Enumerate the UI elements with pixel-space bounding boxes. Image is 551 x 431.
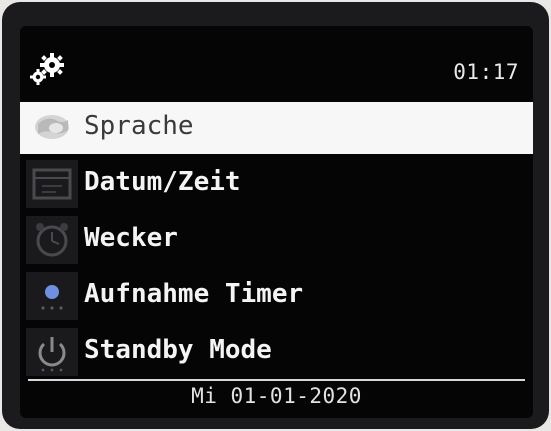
header-bar: 01:17 <box>20 26 533 96</box>
display-screen: 01:17 Sprache Datum/Zeit Wecker Aufnahme… <box>20 26 533 418</box>
footer-date: Mi 01-01-2020 <box>191 384 362 408</box>
menu-item-label: Aufnahme Timer <box>84 279 304 309</box>
menu-item-label: Datum/Zeit <box>84 167 241 197</box>
menu-item-datum-zeit[interactable]: Datum/Zeit <box>20 158 533 210</box>
record-icon <box>26 272 78 320</box>
power-icon <box>26 328 78 376</box>
clock-time: 01:17 <box>453 60 519 84</box>
menu-item-aufnahme-timer[interactable]: Aufnahme Timer <box>20 270 533 322</box>
gear-icon <box>30 53 64 85</box>
radio-device-frame: 01:17 Sprache Datum/Zeit Wecker Aufnahme… <box>2 2 549 429</box>
menu-item-wecker[interactable]: Wecker <box>20 214 533 266</box>
menu-item-label: Sprache <box>84 111 194 141</box>
menu-item-standby-mode[interactable]: Standby Mode <box>20 326 533 378</box>
alarm-clock-icon <box>26 216 78 264</box>
footer-divider <box>28 379 525 381</box>
menu-item-label: Standby Mode <box>84 335 272 365</box>
globe-icon <box>26 104 78 152</box>
menu-item-sprache[interactable]: Sprache <box>20 102 533 154</box>
calendar-icon <box>26 160 78 208</box>
menu-item-label: Wecker <box>84 223 178 253</box>
